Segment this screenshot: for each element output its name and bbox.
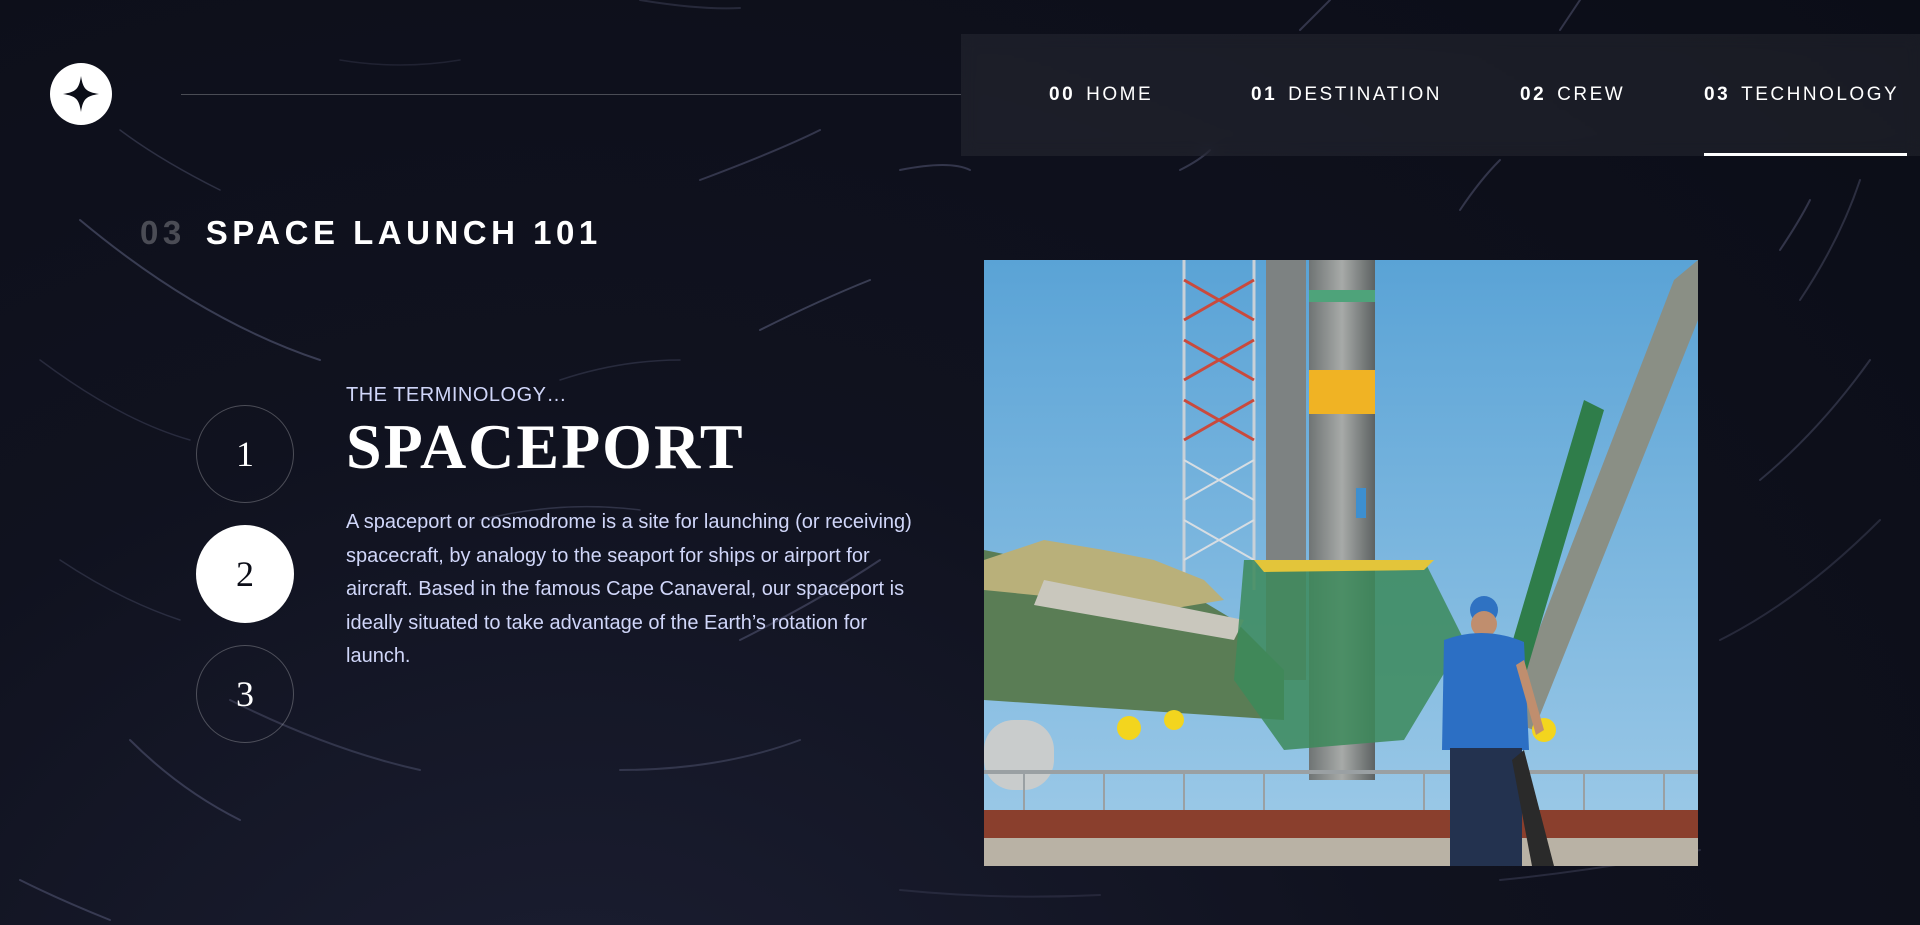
nav-label: TECHNOLOGY bbox=[1741, 84, 1900, 105]
step-button-2[interactable]: 2 bbox=[196, 525, 294, 623]
technology-name: SPACEPORT bbox=[346, 411, 745, 482]
primary-nav: 00 HOME 01 DESTINATION 02 CREW 03 TECHNO… bbox=[961, 34, 1920, 156]
nav-label: HOME bbox=[1086, 84, 1154, 105]
nav-label: DESTINATION bbox=[1288, 84, 1442, 105]
technology-stepper: 1 2 3 bbox=[196, 405, 294, 765]
nav-number: 03 bbox=[1704, 84, 1731, 105]
nav-number: 00 bbox=[1049, 84, 1076, 105]
nav-label: CREW bbox=[1557, 84, 1626, 105]
page-title-text: SPACE LAUNCH 101 bbox=[205, 214, 602, 252]
four-point-star-icon[interactable] bbox=[50, 63, 112, 125]
page-title-number: 03 bbox=[140, 214, 186, 252]
nav-item-technology[interactable]: 03 TECHNOLOGY bbox=[1704, 34, 1908, 156]
nav-item-crew[interactable]: 02 CREW bbox=[1520, 34, 1625, 156]
step-button-3[interactable]: 3 bbox=[196, 645, 294, 743]
technology-page: 00 HOME 01 DESTINATION 02 CREW 03 TECHNO… bbox=[0, 0, 1920, 925]
nav-item-home[interactable]: 00 HOME bbox=[1049, 34, 1153, 156]
terminology-eyebrow: THE TERMINOLOGY… bbox=[346, 384, 567, 406]
page-title: 03 SPACE LAUNCH 101 bbox=[140, 214, 602, 252]
nav-number: 02 bbox=[1520, 84, 1547, 105]
rocket-launch-pad-photo bbox=[984, 260, 1698, 866]
nav-item-destination[interactable]: 01 DESTINATION bbox=[1251, 34, 1442, 156]
step-button-1[interactable]: 1 bbox=[196, 405, 294, 503]
technology-description: A spaceport or cosmodrome is a site for … bbox=[346, 511, 912, 668]
technology-content: THE TERMINOLOGY… SPACEPORT A spaceport o… bbox=[346, 384, 936, 674]
nav-number: 01 bbox=[1251, 84, 1278, 105]
header-divider bbox=[181, 94, 961, 95]
